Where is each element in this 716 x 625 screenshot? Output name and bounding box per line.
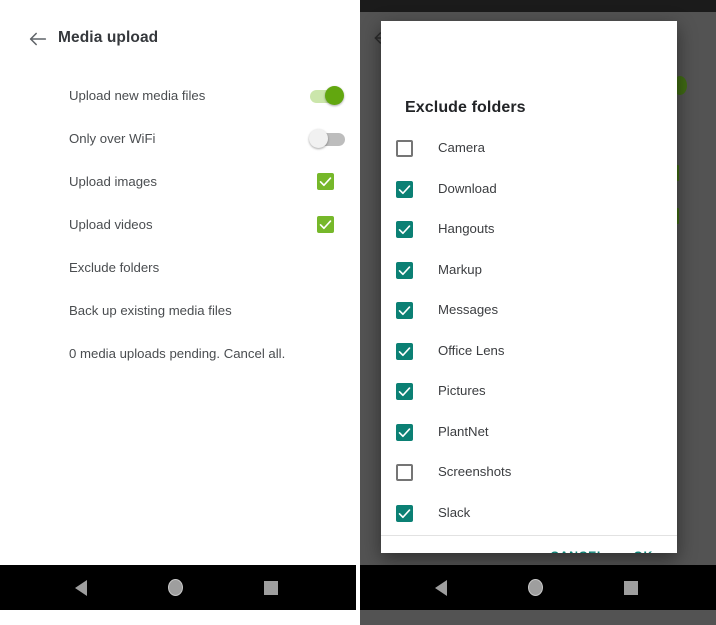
list-item-label: Screenshots bbox=[438, 464, 512, 479]
settings-list: Upload new media files Only over WiFi Up… bbox=[0, 74, 356, 375]
setting-row-exclude-folders[interactable]: Exclude folders bbox=[0, 246, 356, 289]
checkbox-download[interactable] bbox=[396, 180, 413, 198]
checkbox-screenshots[interactable] bbox=[396, 464, 413, 481]
checkbox-pictures[interactable] bbox=[396, 383, 413, 400]
list-item[interactable]: Markup bbox=[381, 252, 677, 293]
toggle-upload-new-media-files[interactable] bbox=[309, 85, 345, 106]
list-item-label: Office Lens bbox=[438, 342, 505, 358]
right-phone-screen: Exclude folders Camera Download Hangouts bbox=[360, 0, 716, 625]
list-item-label: Markup bbox=[438, 261, 482, 277]
checkbox-markup[interactable] bbox=[396, 261, 413, 279]
android-navigation-bar bbox=[0, 565, 356, 610]
list-item-label: Hangouts bbox=[438, 221, 495, 236]
list-item[interactable]: Messages bbox=[381, 292, 677, 333]
dialog-actions: CANCEL OK bbox=[381, 536, 677, 553]
arrow-left-icon[interactable] bbox=[27, 28, 49, 50]
list-item[interactable]: Slack bbox=[381, 495, 677, 536]
android-navigation-bar bbox=[360, 565, 716, 610]
setting-label: Upload images bbox=[69, 174, 157, 189]
square-recents-icon[interactable] bbox=[624, 581, 638, 595]
folder-list: Camera Download Hangouts Markup Messages… bbox=[381, 130, 677, 535]
setting-row-upload-images[interactable]: Upload images bbox=[0, 160, 356, 203]
exclude-folders-dialog: Exclude folders Camera Download Hangouts bbox=[381, 21, 677, 553]
setting-label: Only over WiFi bbox=[69, 131, 156, 146]
checkbox-upload-videos[interactable] bbox=[317, 216, 334, 233]
setting-row-back-up-existing-media-files[interactable]: Back up existing media files bbox=[0, 289, 356, 332]
circle-home-icon[interactable] bbox=[528, 579, 543, 596]
circle-home-icon[interactable] bbox=[168, 579, 183, 596]
checkbox-messages[interactable] bbox=[396, 302, 413, 319]
setting-row-uploads-pending[interactable]: 0 media uploads pending. Cancel all. bbox=[0, 332, 356, 375]
checkbox-office-lens[interactable] bbox=[396, 342, 413, 360]
toggle-only-over-wifi[interactable] bbox=[309, 128, 345, 149]
checkbox-hangouts[interactable] bbox=[396, 221, 413, 238]
app-bar: Media upload bbox=[0, 0, 356, 62]
setting-row-upload-videos[interactable]: Upload videos bbox=[0, 203, 356, 246]
setting-label: Upload new media files bbox=[69, 88, 206, 103]
setting-label: Exclude folders bbox=[69, 260, 160, 275]
list-item-label: Camera bbox=[438, 140, 485, 155]
list-item[interactable]: Screenshots bbox=[381, 454, 677, 495]
setting-label: Upload videos bbox=[69, 217, 153, 232]
dialog-title: Exclude folders bbox=[405, 99, 526, 116]
triangle-back-icon[interactable] bbox=[75, 580, 87, 596]
left-phone-screen: Media upload Upload new media files Only… bbox=[0, 0, 356, 625]
list-item[interactable]: Pictures bbox=[381, 373, 677, 414]
list-item-label: PlantNet bbox=[438, 423, 489, 439]
setting-row-only-over-wifi[interactable]: Only over WiFi bbox=[0, 117, 356, 160]
list-item-label: Pictures bbox=[438, 383, 486, 398]
uploads-pending-status: 0 media uploads pending. Cancel all. bbox=[69, 346, 286, 361]
list-item[interactable]: Camera bbox=[381, 130, 677, 171]
checkbox-camera[interactable] bbox=[396, 140, 413, 157]
triangle-back-icon[interactable] bbox=[435, 580, 447, 596]
setting-label: Back up existing media files bbox=[69, 303, 232, 318]
list-item-label: Slack bbox=[438, 504, 471, 520]
square-recents-icon[interactable] bbox=[264, 581, 278, 595]
cancel-button[interactable]: CANCEL bbox=[550, 549, 605, 553]
list-item[interactable]: Office Lens bbox=[381, 333, 677, 374]
switch-thumb bbox=[325, 85, 344, 105]
ok-button[interactable]: OK bbox=[633, 549, 653, 553]
list-item-label: Messages bbox=[438, 302, 499, 317]
list-item-label: Download bbox=[438, 180, 497, 196]
list-item[interactable]: Download bbox=[381, 171, 677, 212]
switch-thumb bbox=[309, 128, 328, 148]
checkbox-plantnet[interactable] bbox=[396, 423, 413, 441]
list-item[interactable]: Hangouts bbox=[381, 211, 677, 252]
checkbox-upload-images[interactable] bbox=[317, 173, 334, 190]
page-title: Media upload bbox=[58, 29, 159, 46]
status-bar bbox=[360, 0, 716, 12]
list-item[interactable]: PlantNet bbox=[381, 414, 677, 455]
checkbox-slack[interactable] bbox=[396, 504, 413, 522]
setting-row-upload-new-media-files[interactable]: Upload new media files bbox=[0, 74, 356, 117]
